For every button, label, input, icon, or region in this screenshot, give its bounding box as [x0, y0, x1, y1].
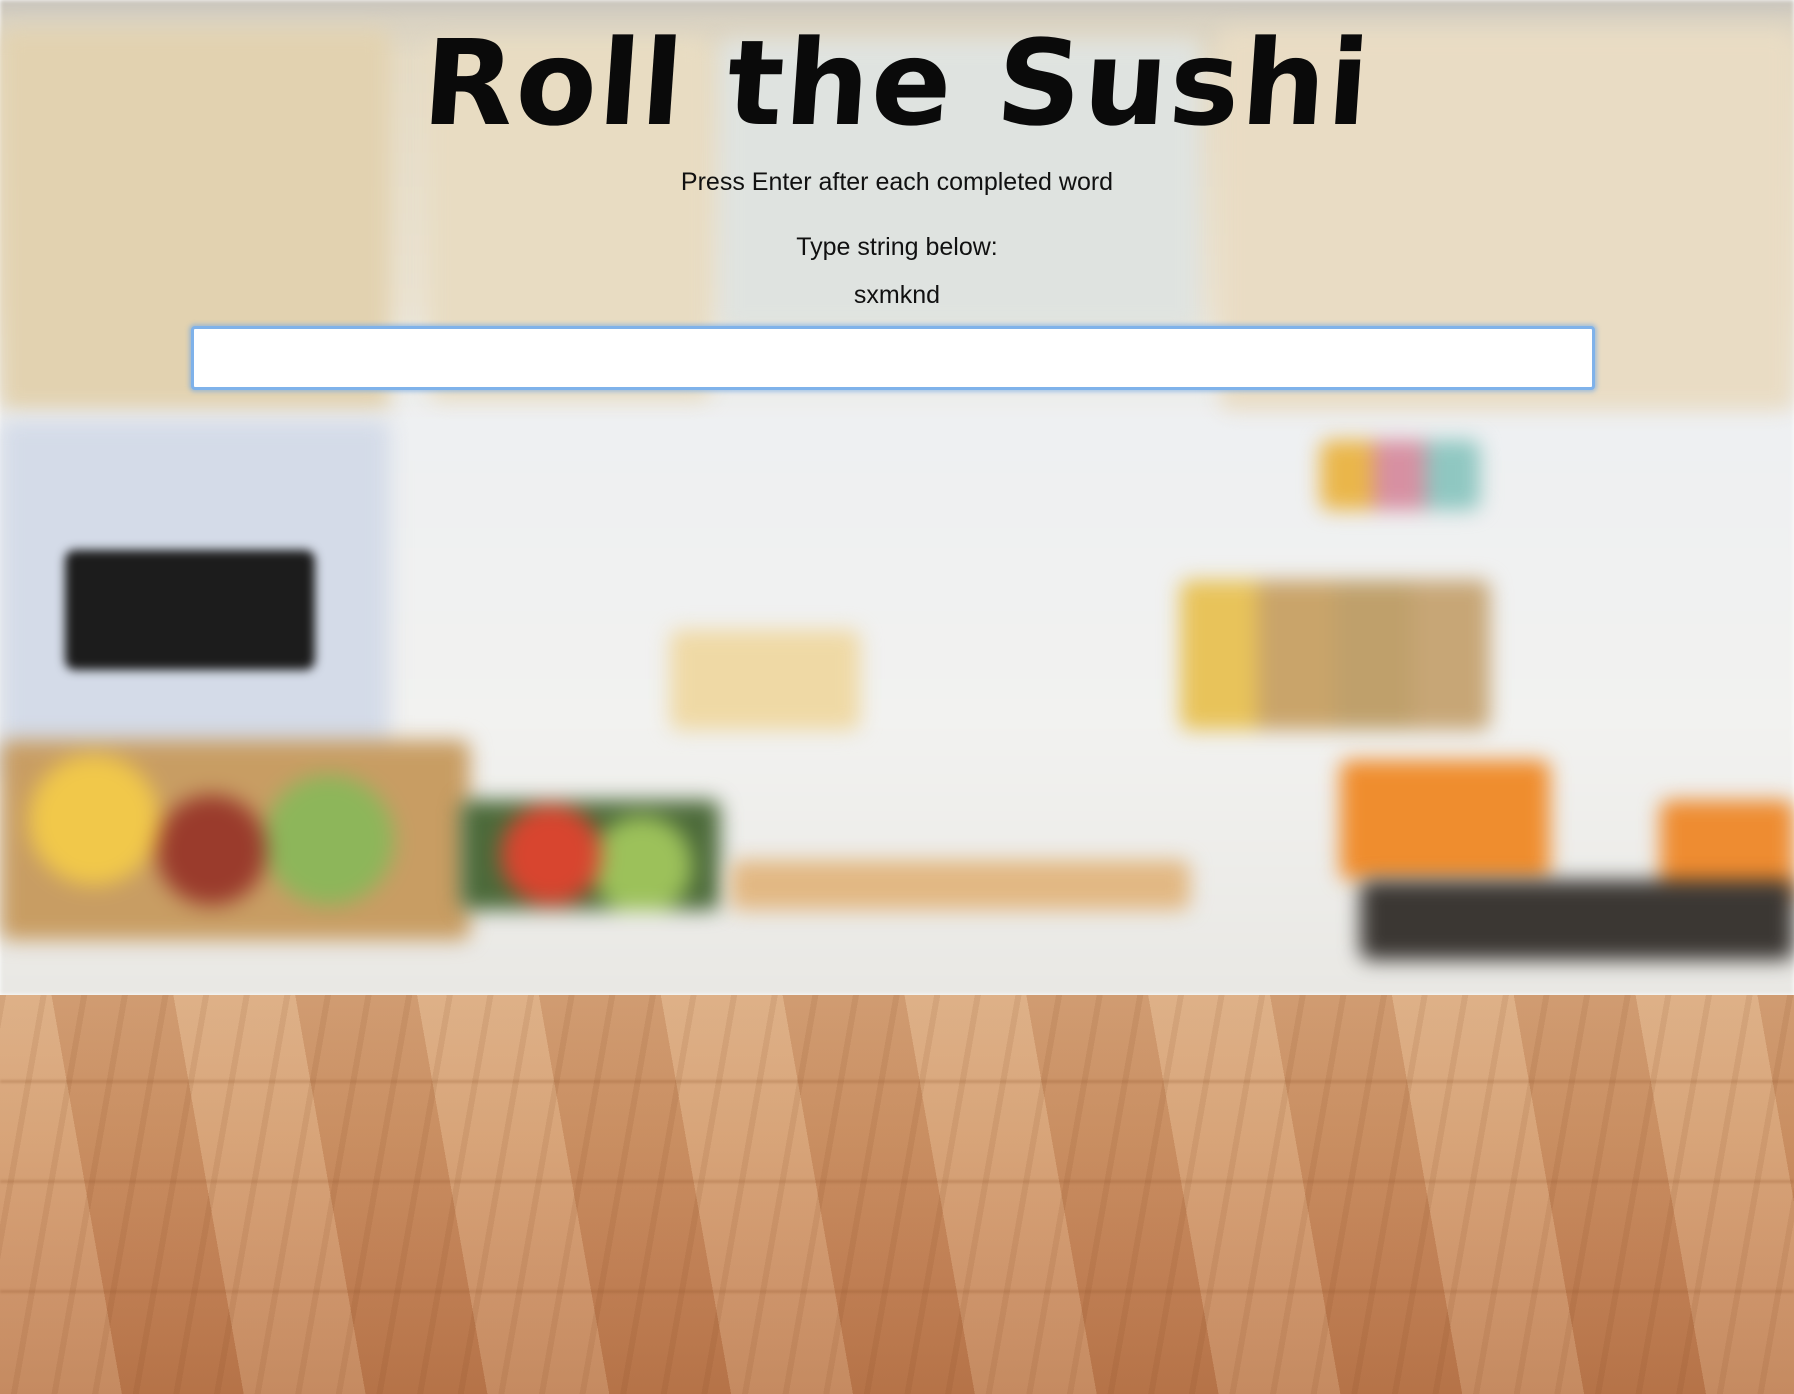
- typing-input[interactable]: [191, 326, 1595, 390]
- prompt-label: Type string below:: [796, 233, 998, 261]
- basket: [670, 630, 860, 730]
- bottles: [1320, 440, 1480, 510]
- plank-line: [0, 1180, 1794, 1183]
- page-title: Roll the Sushi: [418, 14, 1376, 152]
- plank-line: [0, 1290, 1794, 1293]
- jars: [1180, 580, 1490, 730]
- kitchen-background: [0, 0, 1794, 1394]
- pot: [1340, 760, 1550, 880]
- vegetables: [460, 800, 720, 910]
- cutting-board: [730, 860, 1190, 910]
- fruit-bowl: [0, 740, 470, 940]
- oven-door: [65, 550, 315, 670]
- instruction-text: Press Enter after each completed word: [680, 168, 1114, 196]
- target-string: sxmknd: [853, 281, 941, 309]
- stove: [1360, 880, 1794, 960]
- plank-line: [0, 1080, 1794, 1083]
- wooden-counter: [0, 995, 1794, 1394]
